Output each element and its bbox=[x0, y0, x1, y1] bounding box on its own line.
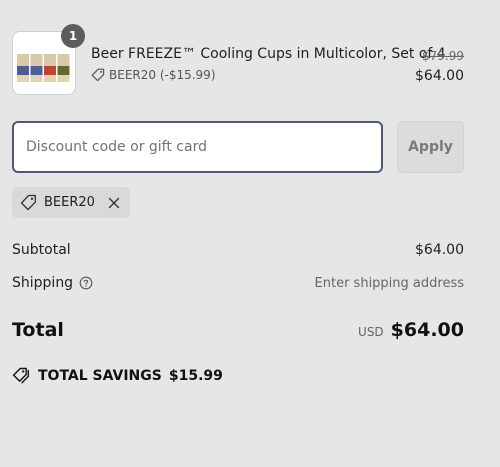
shipping-label: Shipping bbox=[12, 275, 74, 291]
subtotal-value: $64.00 bbox=[415, 242, 464, 258]
subtotal-label: Subtotal bbox=[12, 242, 71, 258]
applied-discount-chip: BEER20 bbox=[12, 187, 130, 218]
discount-code-input[interactable] bbox=[12, 121, 383, 173]
item-price: $64.00 bbox=[415, 68, 464, 84]
close-icon[interactable] bbox=[108, 197, 120, 209]
cup-sleeve bbox=[17, 66, 29, 75]
cup-sleeve bbox=[30, 66, 43, 75]
cup-base bbox=[17, 75, 29, 82]
applied-discount-code: BEER20 bbox=[44, 195, 95, 210]
tag-icon bbox=[20, 194, 37, 211]
total-savings-label: TOTAL SAVINGS bbox=[38, 367, 162, 384]
tag-icon bbox=[91, 68, 105, 82]
cup-glass bbox=[30, 54, 43, 66]
cup-sleeve bbox=[57, 66, 70, 75]
total-label: Total bbox=[12, 319, 64, 341]
cup-sleeve bbox=[44, 66, 56, 75]
cup-glass bbox=[57, 54, 70, 66]
total-amount: $64.00 bbox=[390, 319, 464, 341]
total-savings-value: $15.99 bbox=[168, 367, 223, 384]
cup-glass bbox=[17, 54, 29, 66]
currency-code: USD bbox=[358, 325, 384, 339]
help-circle-icon[interactable] bbox=[79, 276, 93, 290]
cup-base bbox=[57, 75, 70, 82]
tags-icon bbox=[12, 367, 31, 384]
product-discount: BEER20 (-$15.99) bbox=[91, 68, 216, 82]
total-savings: TOTAL SAVINGS $15.99 bbox=[12, 367, 223, 384]
cup-base bbox=[30, 75, 43, 82]
shipping-value: Enter shipping address bbox=[314, 276, 464, 291]
cup-glass bbox=[44, 54, 56, 66]
compare-at-price: $79.99 bbox=[422, 49, 464, 63]
apply-button[interactable]: Apply bbox=[397, 121, 464, 173]
product-title: Beer FREEZE™ Cooling Cups in Multicolor,… bbox=[91, 46, 446, 62]
product-discount-label: BEER20 (-$15.99) bbox=[109, 68, 216, 82]
cup-base bbox=[44, 75, 56, 82]
shipping-row: Shipping bbox=[12, 275, 93, 291]
quantity-badge: 1 bbox=[61, 24, 85, 48]
total-value-group: USD $64.00 bbox=[358, 319, 464, 341]
